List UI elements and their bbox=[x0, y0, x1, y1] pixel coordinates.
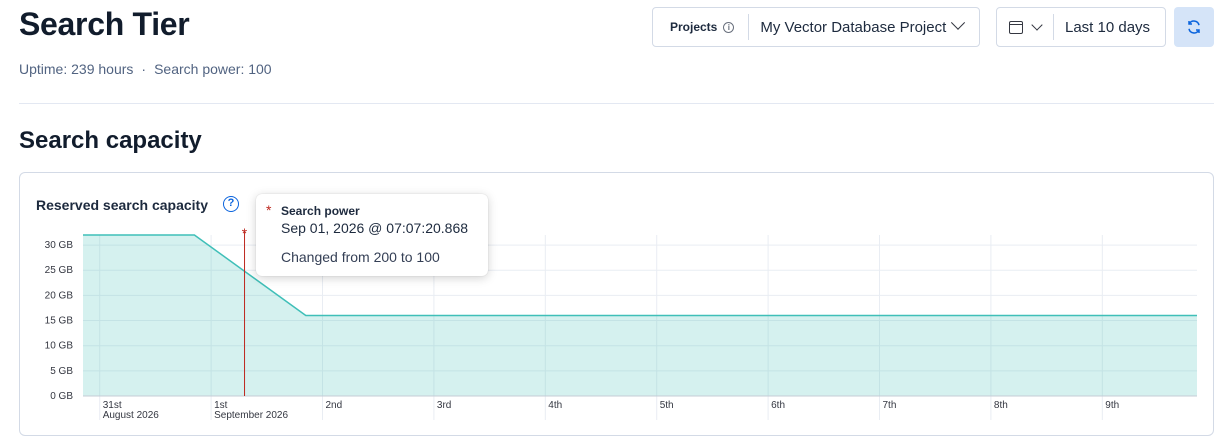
y-tick-label: 25 GB bbox=[45, 265, 74, 276]
capacity-chart[interactable]: 0 GB5 GB10 GB15 GB20 GB25 GB30 GB31stAug… bbox=[0, 0, 1224, 446]
x-tick-label: 6th bbox=[771, 400, 785, 411]
y-tick-label: 10 GB bbox=[45, 341, 74, 352]
y-tick-label: 0 GB bbox=[50, 391, 73, 402]
x-tick-sublabel: August 2026 bbox=[103, 410, 160, 421]
x-tick-label: 2nd bbox=[326, 400, 343, 411]
annotation-marker: * bbox=[242, 225, 248, 241]
x-tick-label: 8th bbox=[994, 400, 1008, 411]
x-tick-sublabel: September 2026 bbox=[214, 410, 288, 421]
y-tick-label: 30 GB bbox=[45, 240, 74, 251]
y-tick-label: 5 GB bbox=[50, 366, 73, 377]
x-tick-label: 4th bbox=[548, 400, 562, 411]
x-tick-label: 5th bbox=[660, 400, 674, 411]
x-tick-label: 9th bbox=[1105, 400, 1119, 411]
y-tick-label: 15 GB bbox=[45, 316, 74, 327]
tooltip-title: Search power bbox=[281, 204, 360, 218]
y-tick-label: 20 GB bbox=[45, 290, 74, 301]
x-tick-label: 3rd bbox=[437, 400, 451, 411]
tooltip-description: Changed from 200 to 100 bbox=[281, 249, 440, 265]
tooltip-timestamp: Sep 01, 2026 @ 07:07:20.868 bbox=[281, 220, 469, 236]
x-tick-label: 7th bbox=[883, 400, 897, 411]
chart-tooltip: * Search power Sep 01, 2026 @ 07:07:20.8… bbox=[256, 194, 488, 276]
tooltip-marker: * bbox=[266, 202, 272, 218]
